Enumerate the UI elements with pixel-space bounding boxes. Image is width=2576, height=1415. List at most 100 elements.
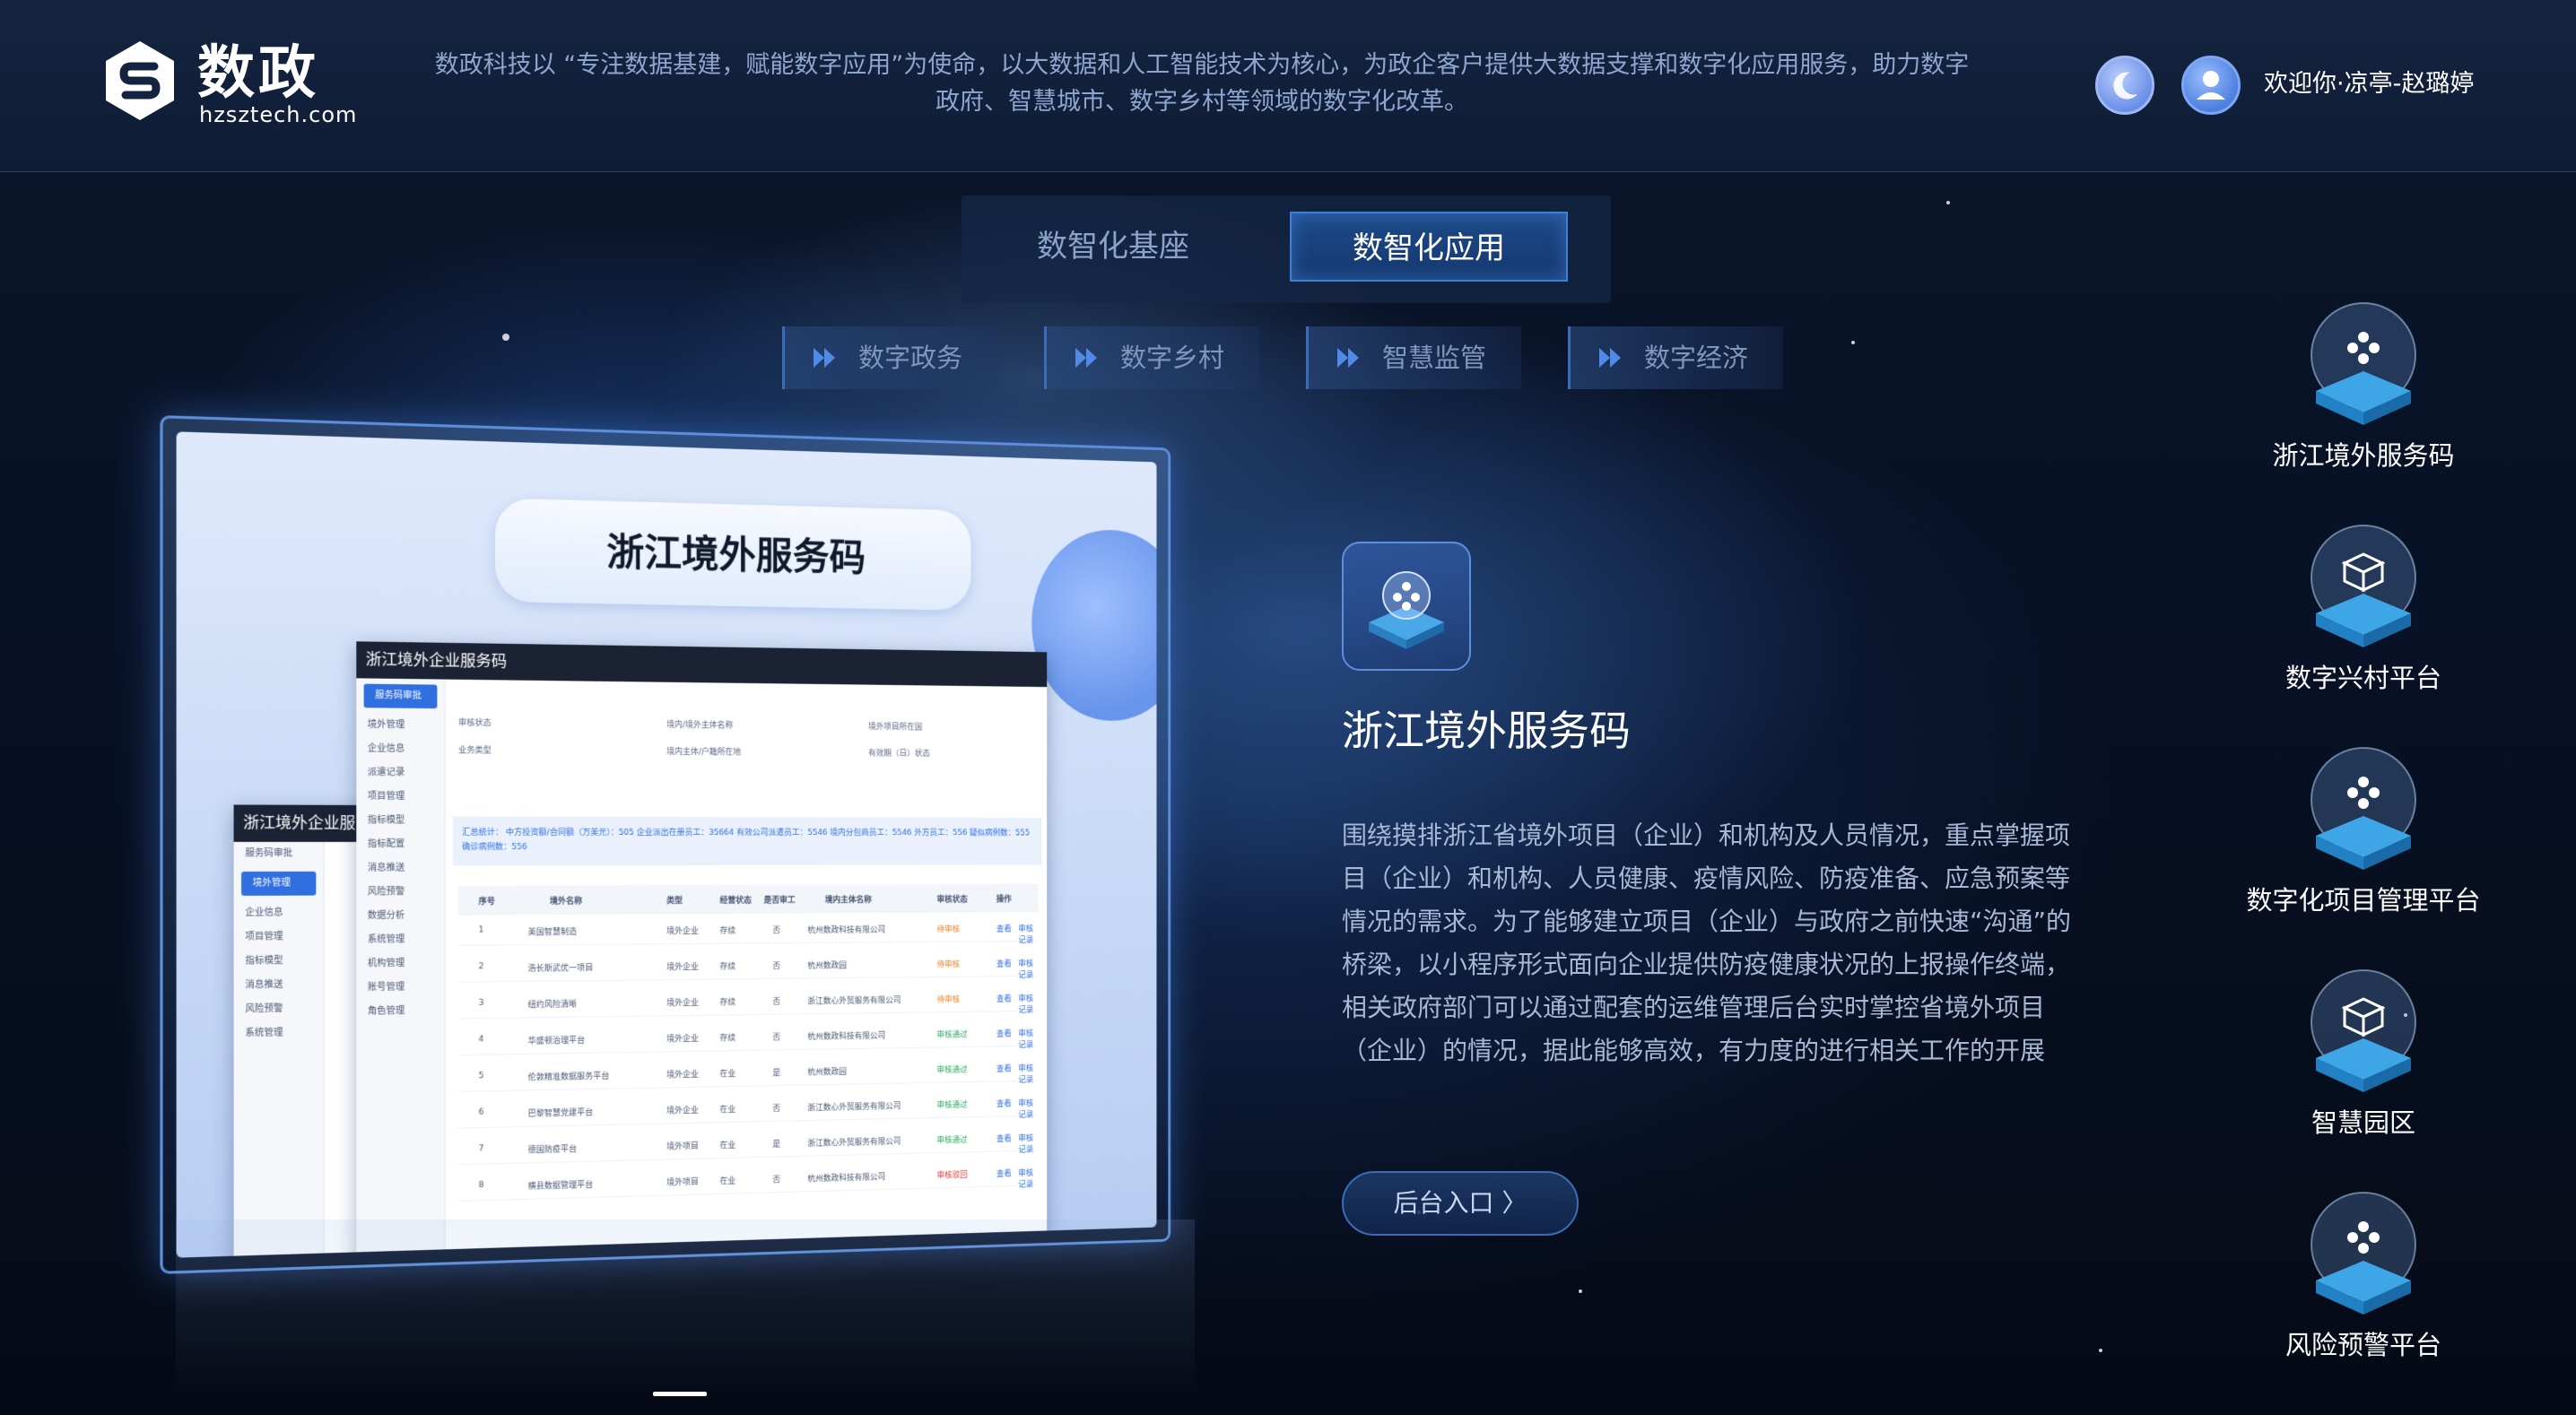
mock-view-link: 查看 — [996, 1134, 1012, 1144]
mock-cell-flag: 否 — [772, 926, 781, 936]
mock-cell-name: 巴黎智慧党建平台 — [527, 1108, 594, 1119]
right-nav-item-overseas-code[interactable]: 浙江境外服务码 — [2215, 299, 2511, 497]
mock-sidebar-item: 指标模型 — [367, 815, 405, 826]
mock-window-title: 浙江境外企业服务码 — [356, 641, 1048, 688]
right-nav-label: 数字化项目管理平台 — [2246, 885, 2481, 916]
mock-record-link: 审核记录 — [1018, 1133, 1034, 1155]
mock-filter-label: 有效期（日）状态 — [867, 749, 930, 759]
mock-cell-type: 境外项目 — [666, 1177, 699, 1188]
logo[interactable]: 数政 hzsztech.com — [104, 39, 356, 129]
subtab-smart-supervision[interactable]: 智慧监管 — [1306, 326, 1521, 389]
mock-sidebar-item: 服务码审批 — [363, 683, 438, 709]
mock-cell-type: 境外企业 — [666, 1034, 699, 1045]
mock-cell-state: 在业 — [719, 1141, 736, 1151]
decorative-bubble — [1031, 527, 1157, 722]
mock-col-header: 是否审工 — [763, 896, 796, 906]
mock-cell-name: 横县数据管理平台 — [527, 1180, 594, 1192]
mock-filter-label: 境内主体/户籍所在地 — [666, 747, 742, 758]
mock-sidebar-item: 风险预警 — [245, 1003, 283, 1015]
mock-sidebar-item: 角色管理 — [367, 1005, 405, 1017]
mock-cell-type: 境外企业 — [666, 1070, 699, 1081]
mock-record-link: 审核记录 — [1018, 1064, 1034, 1085]
mock-cell-state: 存续 — [719, 926, 736, 936]
logo-title: 数政 — [197, 40, 319, 107]
mock-view-link: 查看 — [996, 1169, 1012, 1179]
mock-table-row: 6 巴黎智慧党建平台 境外企业 在业 否 浙江数心外贸服务有限公司 审核通过 查看 审核记录 — [458, 1088, 1039, 1129]
mock-cell-type: 境外项目 — [666, 1142, 699, 1152]
network-cube-icon — [2311, 302, 2416, 425]
right-nav-item-project-management[interactable]: 数字化项目管理平台 — [2215, 744, 2511, 942]
mock-col-header: 审核状态 — [936, 895, 968, 905]
mock-record-link: 审核记录 — [1018, 994, 1034, 1015]
mock-record-link: 审核记录 — [1018, 925, 1034, 945]
right-nav-item-smart-park[interactable]: 智慧园区 — [2215, 967, 2511, 1164]
preview-title: 浙江境外服务码 — [606, 529, 866, 580]
mock-sidebar-item: 服务码审批 — [245, 848, 293, 859]
mock-table-row: 8 横县数据管理平台 境外项目 在业 否 杭州数政科技有限公司 审核驳回 查看 审核记录 — [458, 1158, 1039, 1202]
mock-cell-status: 审核通过 — [936, 1100, 968, 1111]
top-header: 数政 hzsztech.com 数政科技以 “专注数据基建，赋能数字应用”为使命… — [0, 0, 2576, 172]
mock-record-link: 审核记录 — [1018, 959, 1034, 980]
right-nav-item-digital-village[interactable]: 数字兴村平台 — [2215, 522, 2511, 719]
mock-cell-no: 3 — [478, 998, 484, 1008]
mock-view-link: 查看 — [996, 959, 1012, 969]
mock-record-link: 审核记录 — [1018, 1099, 1034, 1120]
mock-sidebar: 服务码审批 境外管理 企业信息 派遣记录 项目管理 指标模型 指标配置 消息推送… — [356, 678, 446, 1258]
welcome-user-text[interactable]: 欢迎你·凉亭-赵璐婷 — [2264, 65, 2474, 104]
mock-cell-status: 审核驳回 — [936, 1170, 968, 1181]
user-avatar[interactable] — [2181, 56, 2241, 115]
subtab-digital-government[interactable]: 数字政务 — [782, 326, 997, 389]
subtab-label: 数字政务 — [858, 343, 963, 373]
mock-sidebar-item: 项目管理 — [367, 791, 405, 802]
star — [502, 334, 509, 341]
mock-filter-label: 审核状态 — [458, 718, 492, 729]
subtab-digital-village[interactable]: 数字乡村 — [1044, 326, 1259, 389]
preview-screenshot: 浙江境外服务码 浙江境外企业服务码 服务码审批 境外管理 企业信息 项目管理 指… — [176, 431, 1157, 1258]
right-nav-label: 数字兴村平台 — [2284, 663, 2441, 693]
mock-cell-state: 存续 — [719, 998, 736, 1008]
mock-cell-owner: 浙江数心外贸服务有限公司 — [807, 1137, 901, 1149]
mock-table-header: 序号 境外名称 类型 经营状态 是否审工 境内主体名称 审核状态 操作 — [458, 883, 1039, 916]
mock-cell-state: 在业 — [719, 1176, 736, 1186]
subtab-digital-economy[interactable]: 数字经济 — [1568, 326, 1783, 389]
subtab-label: 数字经济 — [1644, 343, 1749, 373]
mock-cell-owner: 浙江数心外贸服务有限公司 — [807, 996, 901, 1007]
mock-cell-status: 审核通过 — [936, 1065, 968, 1075]
mock-cell-flag: 是 — [772, 1140, 781, 1150]
tab-digital-application[interactable]: 数智化应用 — [1290, 212, 1568, 282]
star — [1579, 1289, 1582, 1293]
mock-cell-no: 8 — [478, 1180, 484, 1191]
backend-entry-button[interactable]: 后台入口 〉 — [1342, 1171, 1579, 1236]
double-chevron-icon — [1075, 348, 1097, 368]
right-nav-label: 浙江境外服务码 — [2272, 440, 2455, 471]
mock-record-link: 审核记录 — [1018, 1168, 1034, 1190]
star — [1946, 201, 1950, 204]
mock-cell-flag: 是 — [772, 1069, 781, 1079]
right-nav-item-risk-warning[interactable]: 风险预警平台 — [2215, 1189, 2511, 1386]
mock-sidebar-item: 派遣记录 — [367, 767, 405, 778]
mock-filter-label: 境外项目所在国 — [867, 722, 923, 733]
mock-view-link: 查看 — [996, 1064, 1012, 1074]
mock-filter-label: 境内/境外主体名称 — [666, 720, 734, 731]
mock-cell-owner: 杭州数政园 — [807, 961, 847, 971]
mock-cell-no: 7 — [478, 1144, 484, 1154]
mock-cell-no: 2 — [478, 962, 484, 972]
mock-window-front: 浙江境外企业服务码 服务码审批 境外管理 企业信息 派遣记录 项目管理 指标模型… — [356, 641, 1048, 1258]
mock-cell-state: 在业 — [719, 1070, 736, 1080]
carousel-indicator[interactable] — [653, 1392, 707, 1396]
theme-toggle-button[interactable] — [2095, 56, 2154, 115]
mock-view-link: 查看 — [996, 1029, 1012, 1039]
company-mission-text: 数政科技以 “专注数据基建，赋能数字应用”为使命，以大数据和人工智能技术为核心，… — [434, 51, 1970, 116]
product-preview-card[interactable]: 浙江境外服务码 浙江境外企业服务码 服务码审批 境外管理 企业信息 项目管理 指… — [160, 415, 1171, 1274]
subtab-label: 智慧监管 — [1382, 343, 1487, 373]
tab-digital-foundation[interactable]: 数智化基座 — [974, 212, 1252, 282]
mock-record-link: 审核记录 — [1018, 1029, 1034, 1050]
mock-cell-status: 待审核 — [936, 960, 961, 970]
mock-cell-name: 华盛顿治理平台 — [527, 1036, 586, 1046]
mock-filter-label: 业务类型 — [458, 746, 492, 756]
right-nav-label: 风险预警平台 — [2284, 1330, 2441, 1360]
mock-cell-type: 境外企业 — [666, 1106, 699, 1116]
mock-sidebar-item: 机构管理 — [367, 958, 405, 969]
mock-cell-flag: 否 — [772, 1104, 781, 1114]
mock-table-row: 1 美国智慧制造 境外企业 存续 否 杭州数政科技有限公司 待审核 查看 审核记录 — [458, 913, 1039, 946]
